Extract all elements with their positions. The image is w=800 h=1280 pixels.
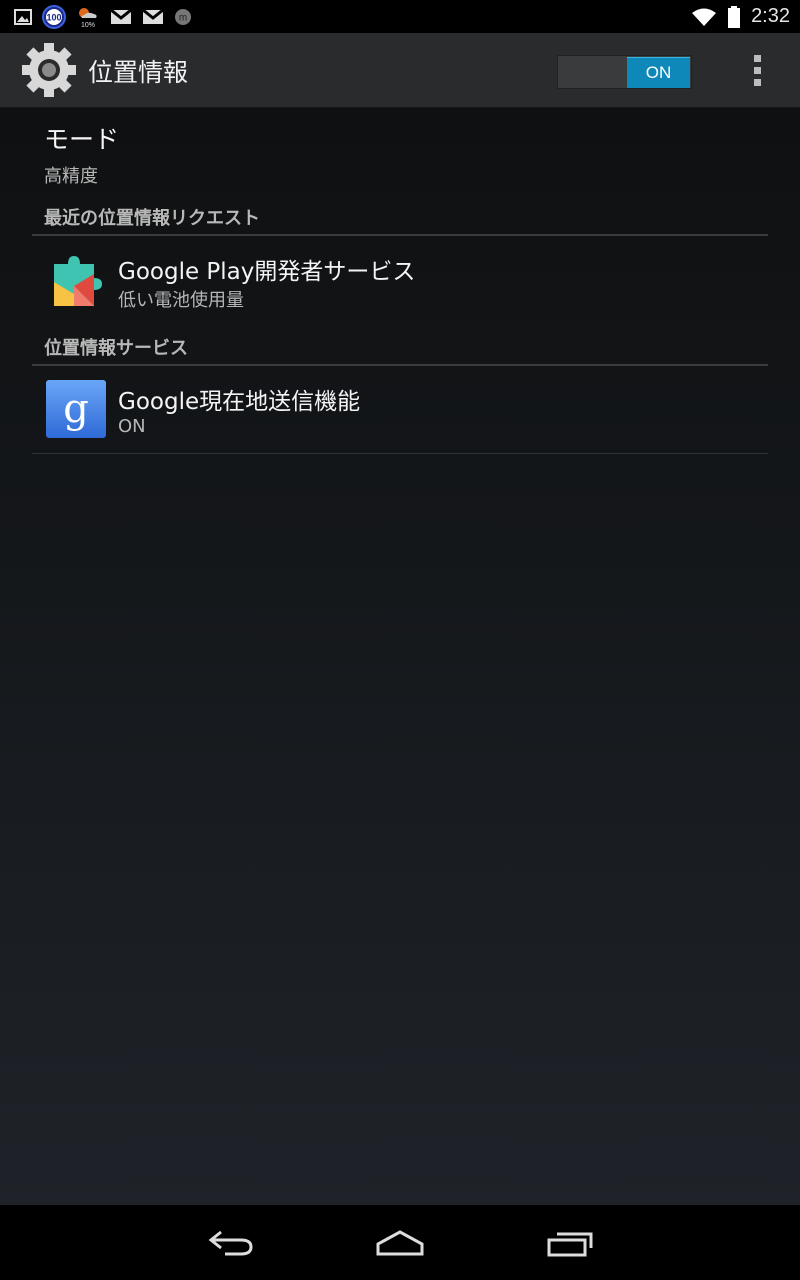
location-toggle[interactable]: ON <box>557 55 692 89</box>
svg-text:m: m <box>179 12 187 23</box>
messenger-icon: m <box>174 8 192 26</box>
navigation-bar <box>0 1205 800 1280</box>
recent-requests-header-label: 最近の位置情報リクエスト <box>44 208 260 229</box>
list-item[interactable]: g Google現在地送信機能 ON <box>32 366 768 452</box>
recents-icon[interactable] <box>540 1225 600 1261</box>
service-summary: ON <box>118 416 146 437</box>
status-bar: 100 10% m 2:32 <box>0 0 800 33</box>
system-icons: 2:32 <box>691 0 790 33</box>
action-bar: 位置情報 ON <box>0 33 800 108</box>
service-title: Google現在地送信機能 <box>118 389 361 415</box>
page-title: 位置情報 <box>88 58 189 87</box>
mode-preference[interactable]: モード 高精度 <box>44 120 119 188</box>
request-app-summary: 低い電池使用量 <box>118 290 244 311</box>
list-item[interactable]: Google Play開発者サービス 低い電池使用量 <box>32 236 768 316</box>
play-services-icon <box>46 250 106 310</box>
wifi-icon <box>691 7 717 27</box>
battery-icon <box>727 5 741 28</box>
mode-title: モード <box>44 125 120 154</box>
gmail-icon <box>110 8 132 25</box>
recent-requests-header: 最近の位置情報リクエスト <box>32 204 768 236</box>
weather-temp-text: 10% <box>81 22 95 29</box>
mode-summary: 高精度 <box>44 166 98 187</box>
clock: 2:32 <box>751 5 790 27</box>
location-services-header: 位置情報サービス <box>32 334 768 366</box>
notification-icons: 100 10% m <box>0 4 192 29</box>
settings-gear-icon[interactable] <box>18 39 80 101</box>
back-icon[interactable] <box>200 1225 260 1261</box>
battery-100-text: 100 <box>46 12 61 22</box>
google-search-icon: g <box>46 380 106 440</box>
overflow-menu-icon[interactable] <box>748 55 766 89</box>
image-icon <box>14 8 32 25</box>
home-icon[interactable] <box>370 1225 430 1261</box>
list-divider <box>32 453 768 454</box>
gmail-icon <box>142 8 164 25</box>
svg-text:g: g <box>63 386 89 432</box>
request-app-title: Google Play開発者サービス <box>118 259 416 285</box>
location-services-header-label: 位置情報サービス <box>44 338 188 359</box>
battery-100-icon: 100 <box>42 4 66 29</box>
toggle-on-label: ON <box>627 57 690 88</box>
weather-icon: 10% <box>76 5 100 29</box>
content-list: モード 高精度 最近の位置情報リクエスト Google Play開発者サービス … <box>0 108 800 1205</box>
